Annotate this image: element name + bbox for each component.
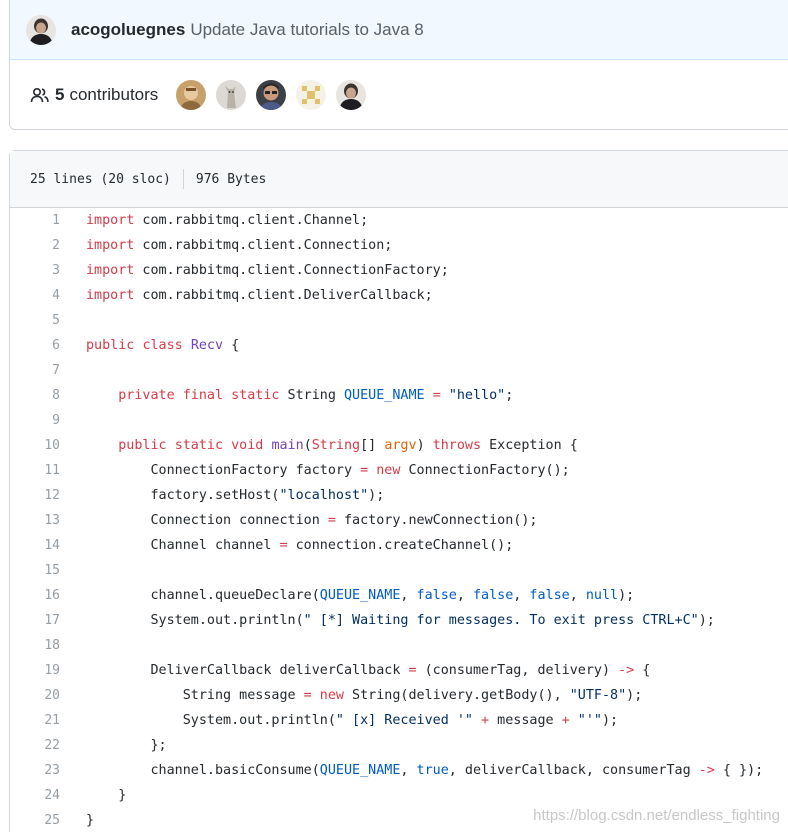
code-text: import com.rabbitmq.client.Channel; [86, 213, 369, 228]
code-line: 18 [10, 633, 788, 658]
contributors-label[interactable]: contributors [69, 85, 158, 105]
line-number[interactable]: 10 [10, 438, 60, 453]
file-lines-info: 25 lines (20 sloc) [30, 171, 171, 187]
code-line: 11 ConnectionFactory factory = new Conne… [10, 458, 788, 483]
line-number[interactable]: 18 [10, 638, 60, 653]
line-number[interactable]: 11 [10, 463, 60, 478]
code-line: 4 import com.rabbitmq.client.DeliverCallb… [10, 283, 788, 308]
code-line: 6 public class Recv { [10, 333, 788, 358]
code-listing: 1 import com.rabbitmq.client.Channel; 2 imp… [10, 208, 788, 832]
line-number[interactable]: 16 [10, 588, 60, 603]
commit-message-link[interactable]: Update Java tutorials to Java 8 [190, 20, 423, 40]
line-number[interactable]: 4 [10, 288, 60, 303]
line-number[interactable]: 9 [10, 413, 60, 428]
code-line: 1 import com.rabbitmq.client.Channel; [10, 208, 788, 233]
code-line: 5 [10, 308, 788, 333]
code-line: 3 import com.rabbitmq.client.ConnectionFa… [10, 258, 788, 283]
line-number[interactable]: 19 [10, 663, 60, 678]
people-icon [30, 86, 50, 104]
code-text: public static void main(String[] argv) t… [118, 438, 578, 453]
code-text: } [86, 788, 127, 803]
code-line: 24 } [10, 783, 788, 808]
line-number[interactable]: 3 [10, 263, 60, 278]
line-number[interactable]: 22 [10, 738, 60, 753]
code-line: 12 factory.setHost("localhost"); [10, 483, 788, 508]
commit-summary: acogoluegnes Update Java tutorials to Ja… [9, 0, 788, 130]
contributor-avatar[interactable] [336, 79, 367, 110]
code-text: import com.rabbitmq.client.Connection; [86, 238, 393, 253]
code-text: }; [86, 738, 167, 753]
code-text: import com.rabbitmq.client.DeliverCallba… [86, 288, 433, 303]
code-text: System.out.println(" [x] Received '" + m… [86, 713, 619, 728]
contributors-count[interactable]: 5 [55, 85, 64, 105]
code-line: 15 [10, 558, 788, 583]
contributor-avatar[interactable] [176, 79, 207, 110]
line-number[interactable]: 20 [10, 688, 60, 703]
code-line: 22 }; [10, 733, 788, 758]
code-line: 21 System.out.println(" [x] Received '" … [10, 708, 788, 733]
watermark: https://blog.csdn.net/endless_fighting [533, 807, 780, 824]
latest-commit-bar: acogoluegnes Update Java tutorials to Ja… [10, 0, 788, 60]
code-line: 16 channel.queueDeclare(QUEUE_NAME, fals… [10, 583, 788, 608]
line-number[interactable]: 7 [10, 363, 60, 378]
code-text: factory.setHost("localhost"); [86, 488, 385, 503]
code-text: DeliverCallback deliverCallback = (consu… [86, 663, 651, 678]
code-line: 14 Channel channel = connection.createCh… [10, 533, 788, 558]
code-line: 2 import com.rabbitmq.client.Connection; [10, 233, 788, 258]
line-number[interactable]: 6 [10, 338, 60, 353]
code-text: import com.rabbitmq.client.ConnectionFac… [86, 263, 449, 278]
code-line: 8 private final static String QUEUE_NAME… [10, 383, 788, 408]
code-text: public class Recv { [86, 338, 240, 353]
line-number[interactable]: 12 [10, 488, 60, 503]
line-number[interactable]: 14 [10, 538, 60, 553]
file-view: 25 lines (20 sloc) 976 Bytes 1 import com… [9, 150, 788, 832]
file-info-bar: 25 lines (20 sloc) 976 Bytes [10, 151, 788, 208]
code-line: 23 channel.basicConsume(QUEUE_NAME, true… [10, 758, 788, 783]
contributor-avatars [176, 79, 367, 110]
code-line: 7 [10, 358, 788, 383]
author-avatar[interactable] [26, 14, 56, 45]
line-number[interactable]: 21 [10, 713, 60, 728]
contributor-avatar[interactable] [216, 79, 247, 110]
code-line: 9 [10, 408, 788, 433]
code-line: 19 DeliverCallback deliverCallback = (co… [10, 658, 788, 683]
code-line: 17 System.out.println(" [*] Waiting for … [10, 608, 788, 633]
line-number[interactable]: 15 [10, 563, 60, 578]
code-text: Channel channel = connection.createChann… [86, 538, 514, 553]
code-text: } [86, 813, 95, 828]
file-size: 976 Bytes [195, 171, 267, 187]
code-text: ConnectionFactory factory = new Connecti… [86, 463, 570, 478]
code-text: String message = new String(delivery.get… [86, 688, 643, 703]
line-number[interactable]: 24 [10, 788, 60, 803]
contributors-row: 5 contributors [10, 60, 788, 129]
code-line: 20 String message = new String(delivery.… [10, 683, 788, 708]
line-number[interactable]: 2 [10, 238, 60, 253]
line-number[interactable]: 8 [10, 388, 60, 403]
line-number[interactable]: 23 [10, 763, 60, 778]
code-text: channel.basicConsume(QUEUE_NAME, true, d… [86, 763, 764, 778]
commit-author-link[interactable]: acogoluegnes [71, 20, 185, 40]
contributor-avatar[interactable] [296, 79, 327, 110]
line-number[interactable]: 5 [10, 313, 60, 328]
line-number[interactable]: 13 [10, 513, 60, 528]
contributor-avatar[interactable] [256, 79, 287, 110]
divider [182, 169, 184, 189]
code-text: Connection connection = factory.newConne… [86, 513, 538, 528]
code-line: 13 Connection connection = factory.newCo… [10, 508, 788, 533]
line-number[interactable]: 25 [10, 813, 60, 828]
code-text: private final static String QUEUE_NAME =… [118, 388, 514, 403]
code-text: System.out.println(" [*] Waiting for mes… [86, 613, 715, 628]
line-number[interactable]: 17 [10, 613, 60, 628]
code-text: channel.queueDeclare(QUEUE_NAME, false, … [86, 588, 635, 603]
code-line: 10 public static void main(String[] argv… [10, 433, 788, 458]
line-number[interactable]: 1 [10, 213, 60, 228]
